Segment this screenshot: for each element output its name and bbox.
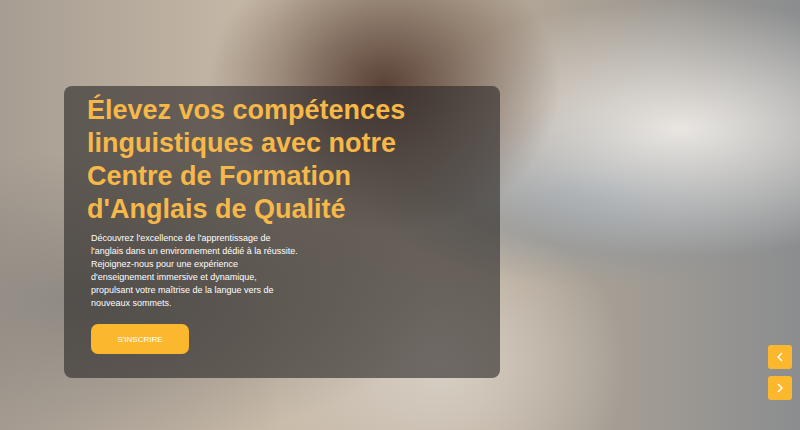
description-line: propulsant votre maîtrise de la langue v… [91,284,480,297]
next-arrow-icon [775,383,785,393]
description-line: nouveaux sommets. [91,297,480,310]
previous-button[interactable] [768,345,792,369]
description-line: Rejoignez-nous pour une expérience [91,258,480,271]
hero-banner: Élevez vos compétenceslinguistiques avec… [0,0,800,430]
hero-heading: Élevez vos compétenceslinguistiques avec… [87,94,480,226]
description-line: d'enseignement immersive et dynamique, [91,271,480,284]
heading-line: d'Anglais de Qualité [87,193,480,226]
heading-line: linguistiques avec notre [87,127,480,160]
description-line: l'anglais dans un environnement dédié à … [91,245,480,258]
heading-line: Élevez vos compétences [87,94,480,127]
signup-button[interactable]: S'INSCRIRE [91,324,189,354]
hero-card: Élevez vos compétenceslinguistiques avec… [64,86,500,378]
heading-line: Centre de Formation [87,160,480,193]
next-button[interactable] [768,376,792,400]
hero-description: Découvrez l'excellence de l'apprentissag… [91,232,480,310]
previous-arrow-icon [775,352,785,362]
carousel-controls [768,345,792,400]
description-line: Découvrez l'excellence de l'apprentissag… [91,232,480,245]
